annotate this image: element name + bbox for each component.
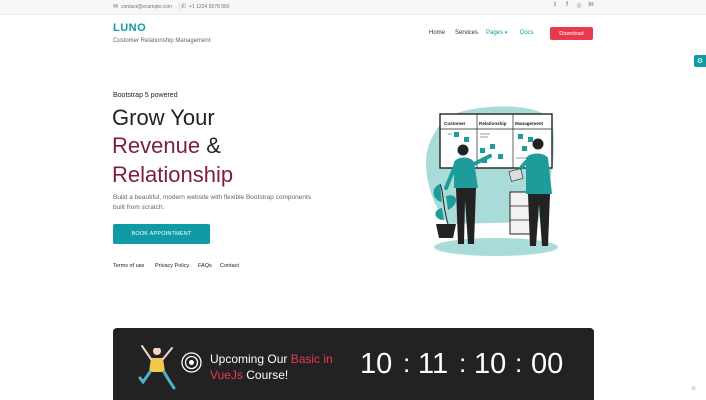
countdown-seconds: 00 (531, 348, 564, 380)
board-col-management: Management (515, 121, 544, 126)
chevron-down-icon: ▾ (504, 30, 508, 36)
countdown-separator: : (403, 348, 411, 378)
contact-email-text: contact@example.com (121, 3, 172, 10)
countdown-separator: : (515, 348, 523, 378)
divider (179, 3, 180, 11)
banner-title: Upcoming Our Basic in VueJs Course! (210, 351, 350, 383)
facebook-icon[interactable]: f (564, 2, 570, 9)
floor-shadow (434, 238, 558, 256)
plant-pot (436, 224, 456, 238)
brand-tagline: Customer Relationship Management (113, 38, 211, 44)
board-col-relationship: Relationship (479, 121, 507, 126)
board-col-customer: Customer (444, 121, 466, 126)
book-appointment-button[interactable]: BOOK APPOINTMENT (113, 224, 210, 244)
settings-gear-icon[interactable]: ⚙ (694, 55, 706, 67)
hero-eyebrow: Bootstrap 5 powered (113, 92, 178, 99)
banner-title-pre: Upcoming Our (210, 352, 291, 366)
nav-docs[interactable]: Docs (520, 30, 534, 36)
instagram-icon[interactable]: ◎ (576, 2, 582, 9)
contact-phone[interactable]: ✆ +1 1234 5678 990 (181, 3, 230, 11)
target-icon (181, 352, 202, 373)
linkedin-icon[interactable]: in (588, 2, 594, 9)
contact-email[interactable]: ✉ contact@example.com (113, 3, 172, 11)
top-bar: ✉ contact@example.com ✆ +1 1234 5678 990… (0, 0, 706, 15)
twitter-icon[interactable]: t (552, 2, 558, 9)
banner-title-post: Course! (242, 368, 289, 382)
jumping-person-illustration (138, 345, 176, 390)
nav-services[interactable]: Services (455, 30, 478, 36)
download-button[interactable]: Download (550, 27, 593, 40)
countdown-separator: : (459, 348, 467, 378)
hero-title-amp: & (200, 133, 221, 158)
countdown-minutes: 10 (474, 348, 507, 380)
hero-illustration: Customer Relationship Management (426, 106, 558, 256)
phone-icon: ✆ (181, 4, 187, 10)
countdown-hours: 11 (418, 348, 449, 380)
brand-logo[interactable]: LUNO (113, 22, 146, 34)
contact-phone-text: +1 1234 5678 990 (189, 3, 230, 10)
nav-pages[interactable]: Pages ▾ (486, 30, 507, 36)
scroll-top-icon[interactable]: ⊕ (691, 385, 696, 392)
nav-pages-label: Pages (486, 30, 504, 36)
hero-title-line1: Grow Your (112, 105, 215, 130)
footer-link-privacy[interactable]: Privacy Policy (155, 263, 189, 269)
envelope-icon: ✉ (113, 4, 119, 10)
nav-home[interactable]: Home (429, 30, 445, 36)
hero-title-line2: Revenue & (112, 133, 221, 159)
hero-title-accent: Revenue (112, 133, 201, 158)
hero-title-line3: Relationship (112, 162, 234, 187)
hero-description: Build a beautiful, modern website with f… (113, 194, 311, 211)
footer-link-contact[interactable]: Contact (220, 263, 239, 269)
footer-link-faqs[interactable]: FAQs (198, 263, 212, 269)
countdown-days: 10 (360, 348, 393, 380)
footer-link-terms[interactable]: Terms of use (113, 263, 144, 269)
social-links: t f ◎ in (552, 2, 594, 9)
